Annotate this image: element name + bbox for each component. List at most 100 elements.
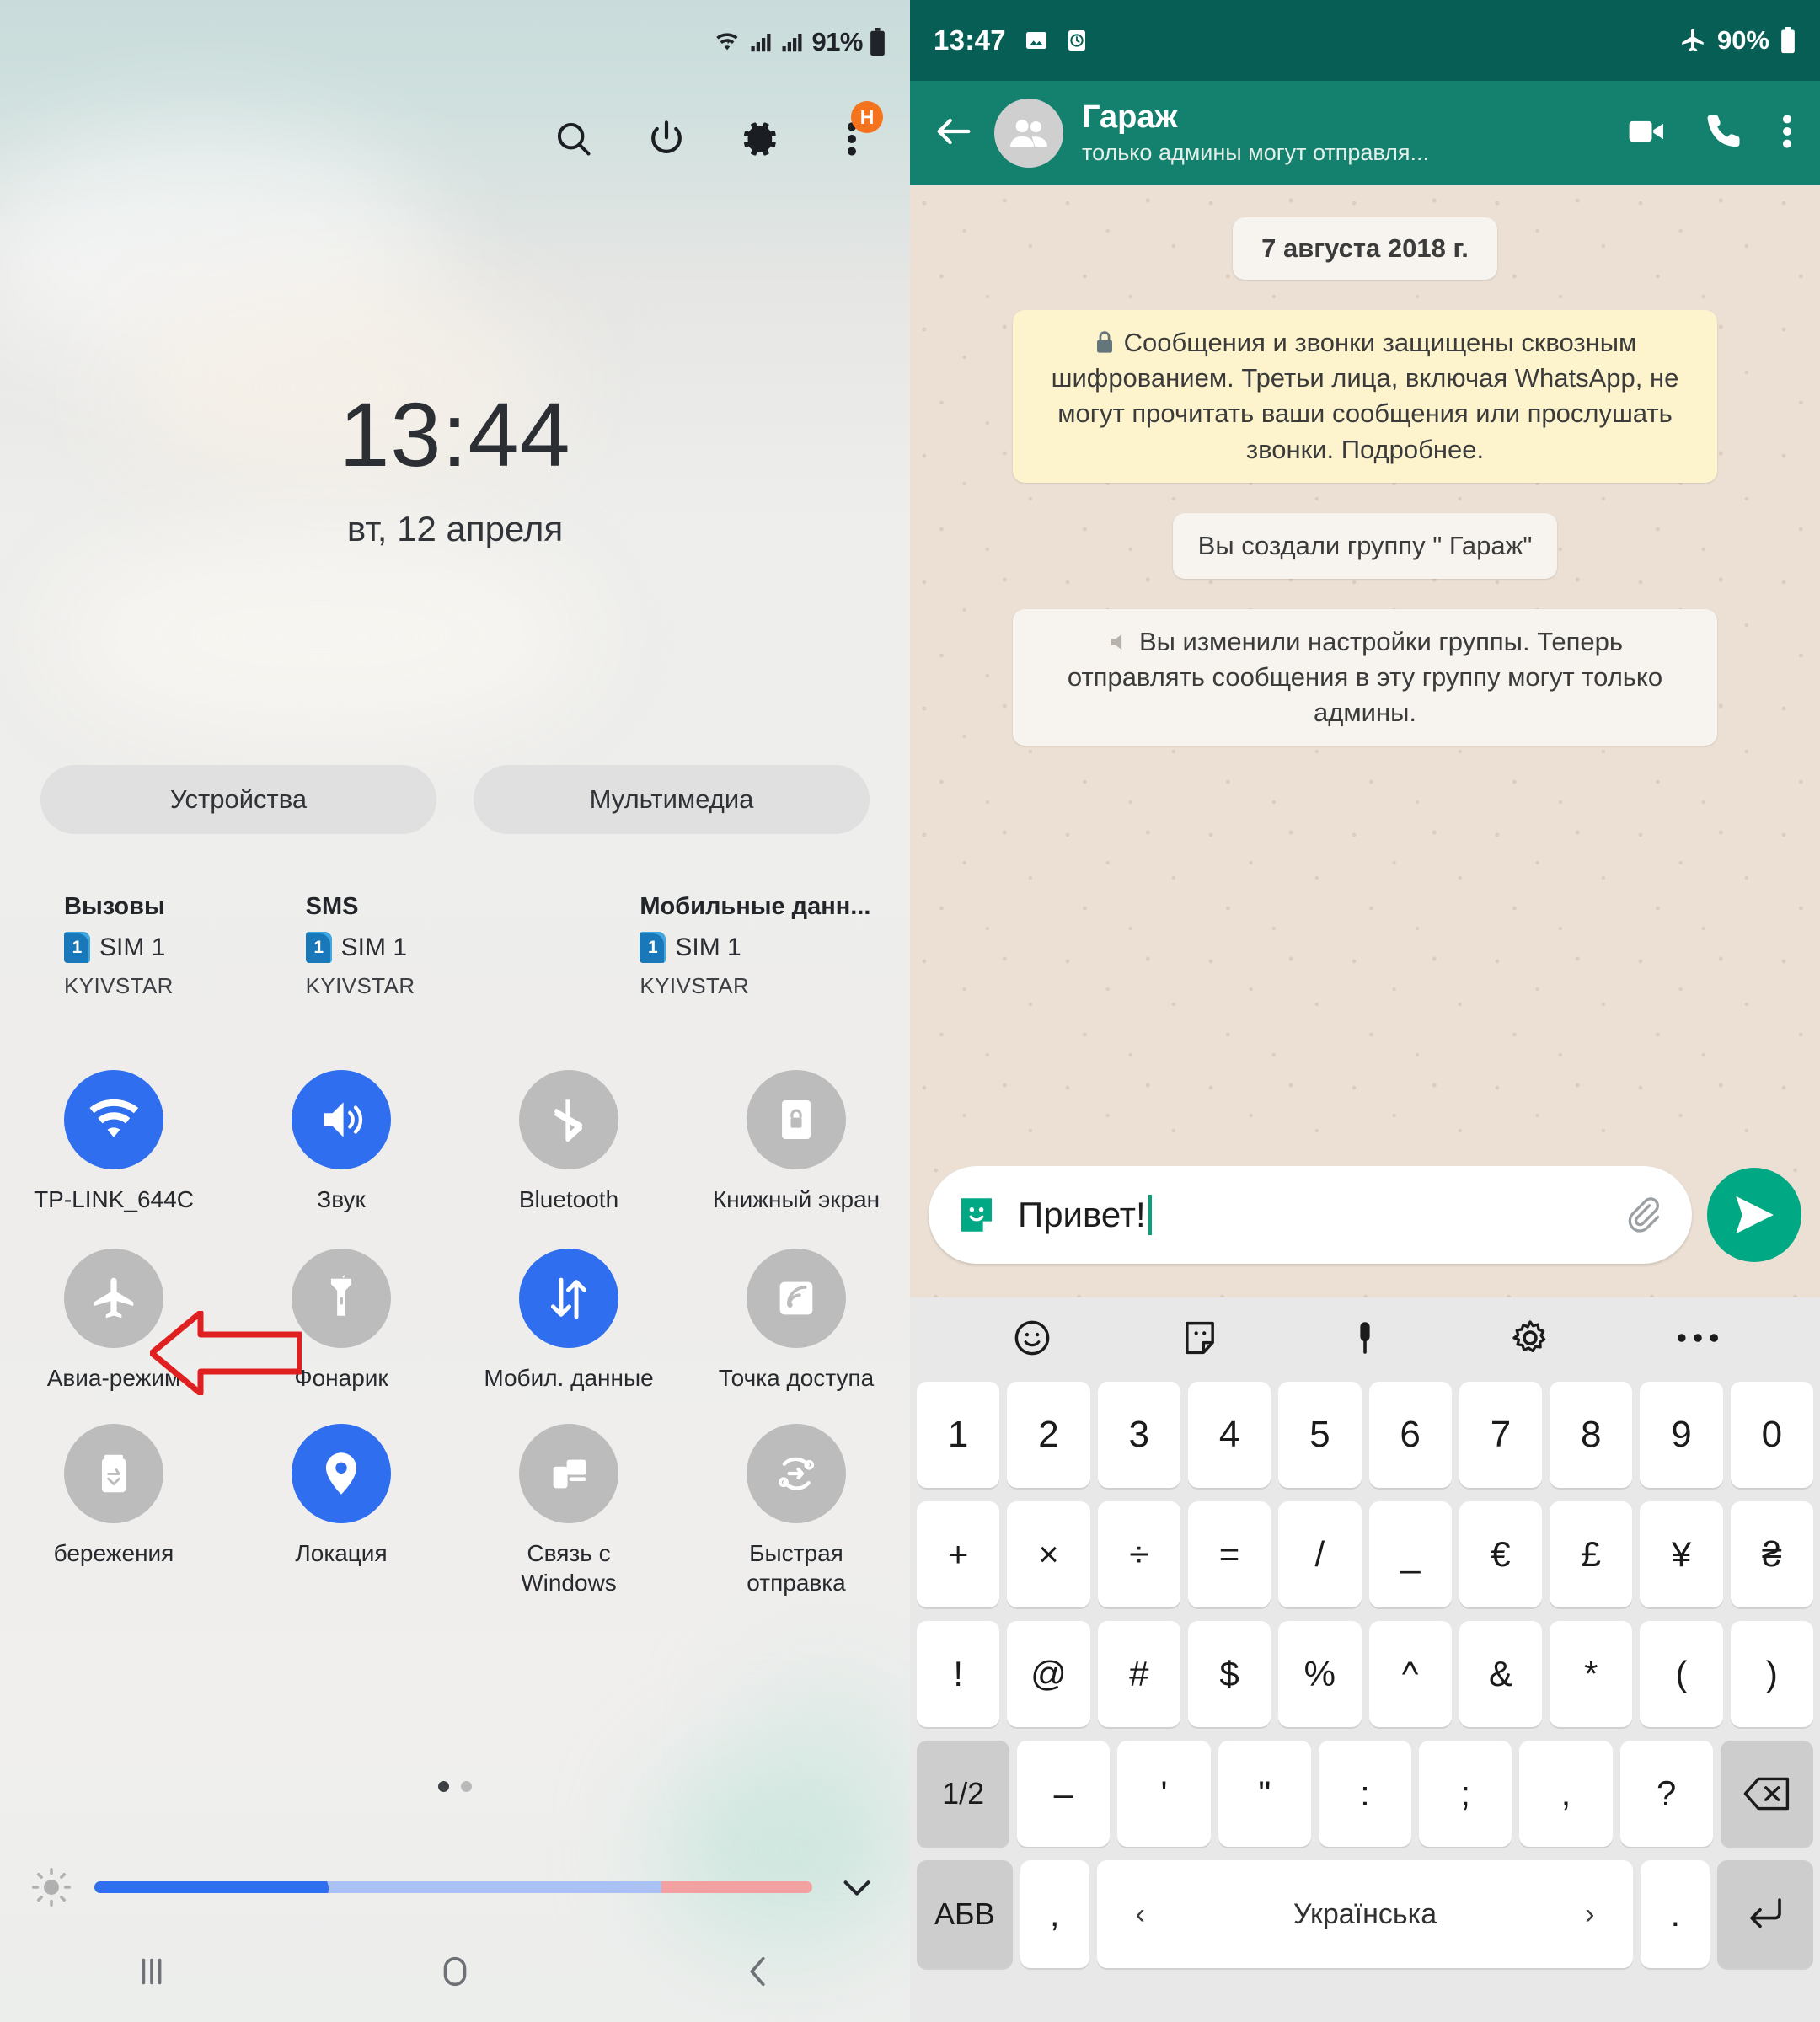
settings-icon[interactable] xyxy=(1508,1316,1552,1364)
tile-wifi[interactable]: TP-LINK_644C xyxy=(0,1070,228,1215)
tile-quick-share[interactable]: Быстрая отправка xyxy=(682,1423,910,1599)
media-button[interactable]: Мультимедиа xyxy=(474,765,870,834)
key-7[interactable]: 7 xyxy=(1459,1382,1543,1488)
key-period[interactable]: . xyxy=(1641,1860,1710,1968)
key-dollar[interactable]: $ xyxy=(1187,1621,1271,1727)
key-paren-close[interactable]: ) xyxy=(1730,1621,1813,1727)
key-multiply[interactable]: × xyxy=(1007,1501,1090,1607)
back-icon[interactable] xyxy=(607,1952,910,1991)
composer-text-row[interactable]: Привет! xyxy=(1018,1195,1601,1235)
tile-mobile-data[interactable]: Мобил. данные xyxy=(455,1248,682,1393)
key-slash[interactable]: / xyxy=(1278,1501,1362,1607)
recents-icon[interactable] xyxy=(910,2019,1138,2022)
voice-call-icon[interactable] xyxy=(1704,110,1746,157)
key-plus[interactable]: + xyxy=(917,1501,1000,1607)
sticker-emoji-icon[interactable] xyxy=(954,1192,999,1238)
tile-screen-rotation-lock[interactable]: Книжный экран xyxy=(682,1070,910,1215)
send-icon xyxy=(1736,1196,1774,1234)
more-options-icon[interactable]: H xyxy=(829,101,883,162)
key-semicolon[interactable]: ; xyxy=(1419,1741,1512,1847)
key-symbols-page-toggle[interactable]: 1/2 xyxy=(917,1741,1010,1847)
key-3[interactable]: 3 xyxy=(1097,1382,1180,1488)
key-equals[interactable]: = xyxy=(1187,1501,1271,1607)
key-caret[interactable]: ^ xyxy=(1368,1621,1452,1727)
message-input-field[interactable]: Привет! xyxy=(929,1166,1692,1264)
power-icon[interactable] xyxy=(644,116,689,162)
tile-location[interactable]: Локация xyxy=(228,1423,455,1599)
video-call-icon[interactable] xyxy=(1625,110,1668,158)
key-yen[interactable]: ¥ xyxy=(1640,1501,1723,1607)
tile-link-to-windows[interactable]: Связь с Windows xyxy=(455,1423,682,1599)
key-colon[interactable]: : xyxy=(1318,1741,1412,1847)
key-1[interactable]: 1 xyxy=(917,1382,1000,1488)
more-options-icon[interactable] xyxy=(1781,110,1793,157)
chevron-left-icon[interactable]: ‹ xyxy=(1136,1898,1145,1931)
backspace-icon[interactable] xyxy=(1720,1741,1813,1847)
emoji-icon[interactable] xyxy=(1010,1316,1054,1364)
recents-icon[interactable] xyxy=(0,1952,303,1991)
tile-hotspot[interactable]: Точка доступа xyxy=(682,1248,910,1393)
key-paren-open[interactable]: ( xyxy=(1640,1621,1723,1727)
key-comma-bottom[interactable]: , xyxy=(1020,1860,1089,1968)
key-comma[interactable]: , xyxy=(1519,1741,1613,1847)
page-dot-active[interactable] xyxy=(438,1781,449,1792)
more-icon[interactable] xyxy=(1676,1329,1720,1351)
tile-bluetooth[interactable]: Bluetooth xyxy=(455,1070,682,1215)
key-9[interactable]: 9 xyxy=(1640,1382,1723,1488)
key-pound[interactable]: £ xyxy=(1550,1501,1633,1607)
quick-share-icon xyxy=(747,1423,846,1523)
key-underscore[interactable]: _ xyxy=(1368,1501,1452,1607)
sim-title: SMS xyxy=(305,893,359,920)
chevron-right-icon[interactable]: › xyxy=(1585,1898,1594,1931)
sticker-icon[interactable] xyxy=(1178,1316,1222,1364)
group-avatar-icon[interactable] xyxy=(994,99,1063,168)
brightness-slider[interactable] xyxy=(94,1881,812,1893)
key-4[interactable]: 4 xyxy=(1187,1382,1271,1488)
paperclip-icon[interactable] xyxy=(1619,1191,1667,1238)
key-hash[interactable]: # xyxy=(1097,1621,1180,1727)
enter-icon[interactable] xyxy=(1717,1860,1813,1968)
hide-keyboard-icon[interactable] xyxy=(1365,2019,1592,2022)
tile-sound[interactable]: Звук xyxy=(228,1070,455,1215)
key-divide[interactable]: ÷ xyxy=(1097,1501,1180,1607)
chevron-down-icon[interactable] xyxy=(834,1864,880,1910)
key-hryvnia[interactable]: ₴ xyxy=(1730,1501,1813,1607)
home-icon[interactable] xyxy=(1138,2019,1365,2022)
key-at[interactable]: @ xyxy=(1007,1621,1090,1727)
back-arrow-icon[interactable] xyxy=(932,110,976,158)
microphone-icon[interactable] xyxy=(1345,1316,1385,1364)
send-button[interactable] xyxy=(1707,1168,1801,1262)
key-apostrophe[interactable]: ' xyxy=(1117,1741,1211,1847)
account-badge[interactable]: H xyxy=(851,101,883,133)
search-icon[interactable] xyxy=(551,116,597,162)
devices-button[interactable]: Устройства xyxy=(40,765,436,834)
key-ampersand[interactable]: & xyxy=(1459,1621,1543,1727)
key-8[interactable]: 8 xyxy=(1550,1382,1633,1488)
home-icon[interactable] xyxy=(303,1952,607,1991)
chat-title-block[interactable]: Гараж только админы могут отправля... xyxy=(1082,99,1606,167)
sim-column-calls[interactable]: Вызовы 1 SIM 1 KYIVSTAR xyxy=(0,893,335,999)
encryption-notice[interactable]: Сообщения и звонки защищены сквозным шиф… xyxy=(1013,310,1717,483)
key-question[interactable]: ? xyxy=(1619,1741,1713,1847)
key-2[interactable]: 2 xyxy=(1007,1382,1090,1488)
brightness-row xyxy=(0,1854,910,1921)
key-percent[interactable]: % xyxy=(1278,1621,1362,1727)
key-asterisk[interactable]: * xyxy=(1550,1621,1633,1727)
key-5[interactable]: 5 xyxy=(1278,1382,1362,1488)
tile-battery-saver[interactable]: бережения xyxy=(0,1423,228,1599)
key-0[interactable]: 0 xyxy=(1730,1382,1813,1488)
page-dot[interactable] xyxy=(461,1781,472,1792)
key-exclamation[interactable]: ! xyxy=(917,1621,1000,1727)
key-quote[interactable]: " xyxy=(1218,1741,1311,1847)
sim-column-mobile-data[interactable]: Мобильные данн... 1 SIM 1 KYIVSTAR xyxy=(575,893,910,999)
key-language-layout-toggle[interactable]: АБВ xyxy=(917,1860,1013,1968)
key-6[interactable]: 6 xyxy=(1368,1382,1452,1488)
key-space[interactable]: ‹ Українська › xyxy=(1096,1860,1634,1968)
key-euro[interactable]: € xyxy=(1459,1501,1543,1607)
tile-label: Книжный экран xyxy=(712,1186,881,1212)
brightness-slider-knob[interactable] xyxy=(291,1881,329,1893)
date-divider: 7 августа 2018 г. xyxy=(1233,217,1497,281)
key-dash[interactable]: – xyxy=(1017,1741,1111,1847)
sim-column-sms[interactable]: SMS 1 SIM 1 KYIVSTAR xyxy=(305,893,576,999)
settings-icon[interactable] xyxy=(736,116,782,162)
